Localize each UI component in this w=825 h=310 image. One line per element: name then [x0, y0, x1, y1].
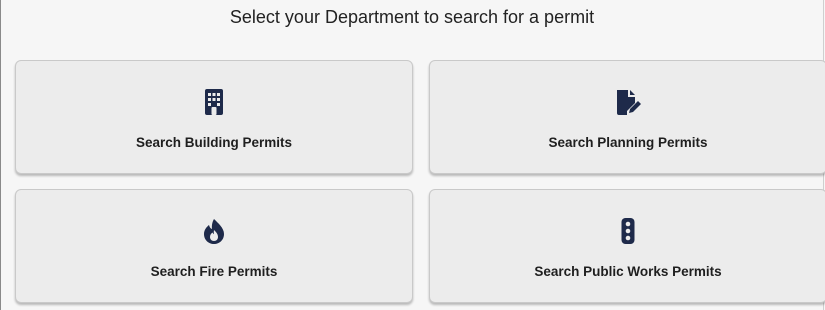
search-public-works-permits-button[interactable]: Search Public Works Permits [429, 189, 825, 303]
page-frame: Select your Department to search for a p… [0, 0, 825, 310]
search-building-permits-button[interactable]: Search Building Permits [15, 60, 413, 174]
card-label: Search Building Permits [135, 135, 293, 150]
card-label: Search Planning Permits [548, 135, 708, 150]
search-fire-permits-button[interactable]: Search Fire Permits [15, 189, 413, 303]
building-icon [200, 88, 228, 116]
search-planning-permits-button[interactable]: Search Planning Permits [429, 60, 825, 174]
traffic-light-icon [614, 217, 642, 245]
fire-icon [200, 217, 228, 245]
page-title: Select your Department to search for a p… [229, 7, 595, 27]
card-label: Search Public Works Permits [534, 264, 722, 279]
card-label: Search Fire Permits [150, 264, 278, 279]
file-pen-icon [614, 88, 642, 116]
